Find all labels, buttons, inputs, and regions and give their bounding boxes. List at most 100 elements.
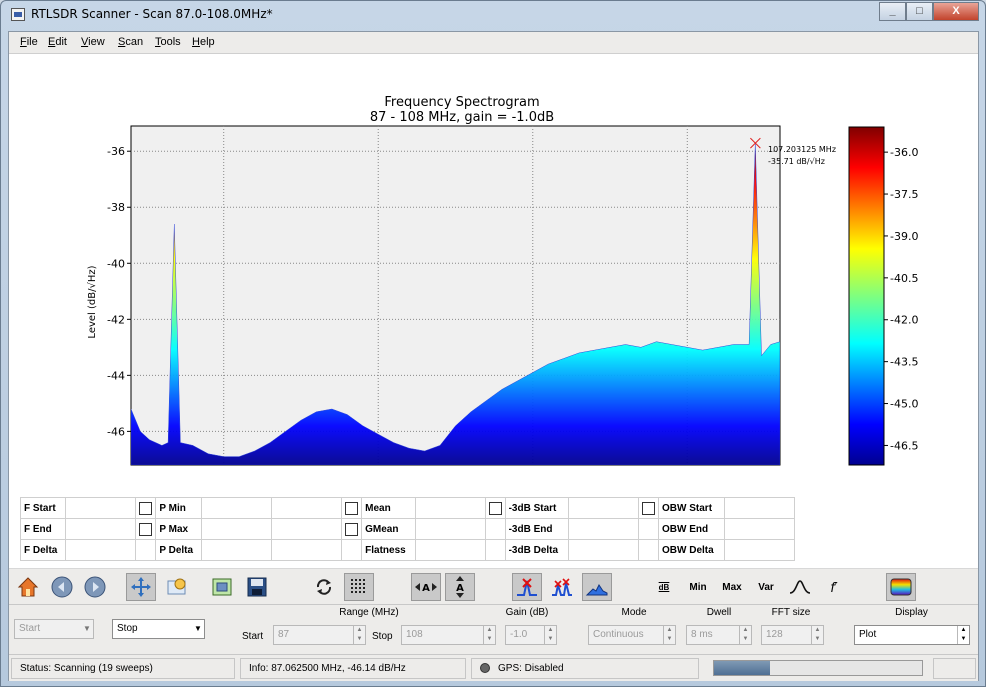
resize-grip[interactable] bbox=[933, 658, 976, 679]
zoom-icon bbox=[167, 578, 186, 595]
home-button[interactable] bbox=[13, 573, 43, 601]
plot-toolbar: A A dB Min Max Var f′ bbox=[9, 568, 978, 604]
mode-select[interactable]: Continuous ▲ ▼ bbox=[588, 625, 676, 645]
auto-range-y-button[interactable]: A bbox=[445, 573, 475, 601]
refresh-button[interactable] bbox=[309, 573, 339, 601]
display-label: Display bbox=[895, 607, 928, 618]
fill-button[interactable] bbox=[582, 573, 612, 601]
menu-tools[interactable]: Tools bbox=[155, 36, 181, 48]
label-3db-delta: -3dB Delta bbox=[504, 539, 570, 561]
back-icon bbox=[51, 576, 73, 598]
mode-label: Mode bbox=[621, 607, 647, 618]
fft-size-select[interactable]: 128 ▲ ▼ bbox=[761, 625, 824, 645]
label-p-delta: P Delta bbox=[155, 539, 203, 561]
scan-controls: Start ▼ Stop ▼ Range (MHz) Start 87 ▲ ▼ Stop… bbox=[9, 604, 978, 654]
status-bar: Status: Scanning (19 sweeps) Info: 87.06… bbox=[9, 654, 978, 681]
info-text: Info: 87.062500 MHz, -46.14 dB/Hz bbox=[240, 658, 466, 679]
fft-size-label: FFT size bbox=[771, 607, 811, 618]
colormap-button[interactable] bbox=[886, 573, 916, 601]
start-frequency-input[interactable]: 87 ▲ ▼ bbox=[273, 625, 366, 645]
label-3db-start: -3dB Start bbox=[504, 497, 570, 519]
stop-frequency-input[interactable]: 108 ▲ ▼ bbox=[401, 625, 496, 645]
spinner-arrows-icon[interactable]: ▲ ▼ bbox=[544, 626, 556, 644]
configure-subplots-button[interactable] bbox=[207, 573, 237, 601]
menu-file[interactable]: File bbox=[20, 36, 38, 48]
spinner-arrows-icon[interactable]: ▲ ▼ bbox=[663, 626, 675, 644]
gps-status: GPS: Disabled bbox=[471, 658, 699, 679]
menu-bar: File Edit View Scan Tools Help bbox=[9, 32, 978, 54]
label-obw-end: OBW End bbox=[658, 518, 725, 540]
label-p-max: P Max bbox=[155, 518, 203, 540]
label-p-min: P Min bbox=[155, 497, 203, 519]
home-icon bbox=[17, 577, 39, 597]
y-tick-label: -42 bbox=[107, 313, 125, 326]
derivative-icon: f′ bbox=[830, 581, 838, 596]
label-obw-start: OBW Start bbox=[658, 497, 725, 519]
label-f-start: F Start bbox=[19, 497, 67, 519]
auto-range-x-button[interactable]: A bbox=[411, 573, 441, 601]
stop-scan-button[interactable]: Stop ▼ bbox=[112, 619, 205, 639]
spinner-arrows-icon[interactable]: ▲ ▼ bbox=[483, 626, 495, 644]
plot-area[interactable]: Frequency Spectrogram 87 - 108 MHz, gain… bbox=[9, 54, 978, 568]
colorbar-tick-label: -37.5 bbox=[890, 188, 918, 201]
close-button[interactable]: X bbox=[933, 2, 979, 21]
peaks-icon bbox=[552, 578, 572, 596]
grid-icon bbox=[351, 579, 365, 593]
dropdown-arrow-icon: ▼ bbox=[194, 624, 202, 633]
title-bar[interactable]: RTLSDR Scanner - Scan 87.0-108.0MHz* _ □… bbox=[1, 1, 985, 29]
colorbar-tick-label: -39.0 bbox=[890, 230, 918, 243]
peak-icon bbox=[517, 578, 537, 596]
zoom-button[interactable] bbox=[162, 573, 192, 601]
svg-text:f′: f′ bbox=[830, 581, 838, 596]
checkbox-3db[interactable] bbox=[488, 501, 502, 515]
forward-icon bbox=[84, 576, 106, 598]
spinner-arrows-icon[interactable]: ▲ ▼ bbox=[739, 626, 751, 644]
menu-view[interactable]: View bbox=[81, 36, 105, 48]
spectrum-chart[interactable]: -36 -38 -40 -42 -44 -46 107.203125 MHz -35.71… bbox=[9, 54, 978, 474]
grid-toggle-button[interactable] bbox=[344, 573, 374, 601]
start-scan-button[interactable]: Start ▼ bbox=[14, 619, 94, 639]
gain-input[interactable]: -1.0 ▲ ▼ bbox=[505, 625, 557, 645]
checkbox-mean[interactable] bbox=[345, 501, 359, 515]
colorbar-tick-label: -45.0 bbox=[890, 398, 918, 411]
checkbox-p-max[interactable] bbox=[139, 522, 153, 536]
menu-edit[interactable]: Edit bbox=[48, 36, 67, 48]
spinner-arrows-icon[interactable]: ▲ ▼ bbox=[353, 626, 365, 644]
spinner-arrows-icon[interactable]: ▲ ▼ bbox=[957, 626, 969, 644]
forward-button[interactable] bbox=[80, 573, 110, 601]
checkbox-p-min[interactable] bbox=[139, 501, 153, 515]
peak-label-level: -35.71 dB/√Hz bbox=[768, 157, 825, 166]
save-button[interactable] bbox=[242, 573, 272, 601]
pan-button[interactable] bbox=[126, 573, 156, 601]
y-tick-label: -44 bbox=[107, 369, 125, 382]
minimize-button[interactable]: _ bbox=[879, 2, 906, 21]
svg-text:A: A bbox=[456, 583, 464, 594]
spinner-arrows-icon[interactable]: ▲ ▼ bbox=[811, 626, 823, 644]
menu-scan[interactable]: Scan bbox=[118, 36, 143, 48]
back-button[interactable] bbox=[47, 573, 77, 601]
menu-help[interactable]: Help bbox=[192, 36, 215, 48]
label-f-delta: F Delta bbox=[19, 539, 67, 561]
diff-button[interactable]: f′ bbox=[819, 573, 849, 601]
y-axis: -36 -38 -40 -42 -44 -46 bbox=[107, 145, 131, 438]
peak-button[interactable] bbox=[512, 573, 542, 601]
range-label: Range (MHz) bbox=[339, 607, 399, 618]
checkbox-obw[interactable] bbox=[642, 501, 656, 515]
peaks-button[interactable] bbox=[547, 573, 577, 601]
max-button[interactable]: Max bbox=[717, 573, 747, 601]
start-label: Start bbox=[242, 631, 264, 642]
dropdown-arrow-icon: ▼ bbox=[83, 624, 91, 633]
info-value: Info: 87.062500 MHz, -46.14 dB/Hz bbox=[249, 663, 406, 674]
label-mean: Mean bbox=[361, 497, 416, 519]
app-icon bbox=[11, 8, 25, 21]
y-tick-label: -46 bbox=[107, 425, 125, 438]
min-button[interactable]: Min bbox=[683, 573, 713, 601]
checkbox-gmean[interactable] bbox=[345, 522, 359, 536]
maximize-button[interactable]: □ bbox=[906, 2, 933, 21]
display-select[interactable]: Plot ▲ ▼ bbox=[854, 625, 970, 645]
db-button[interactable]: dB bbox=[649, 573, 679, 601]
dwell-select[interactable]: 8 ms ▲ ▼ bbox=[686, 625, 752, 645]
label-3db-end: -3dB End bbox=[504, 518, 570, 540]
smooth-button[interactable] bbox=[785, 573, 815, 601]
var-button[interactable]: Var bbox=[751, 573, 781, 601]
